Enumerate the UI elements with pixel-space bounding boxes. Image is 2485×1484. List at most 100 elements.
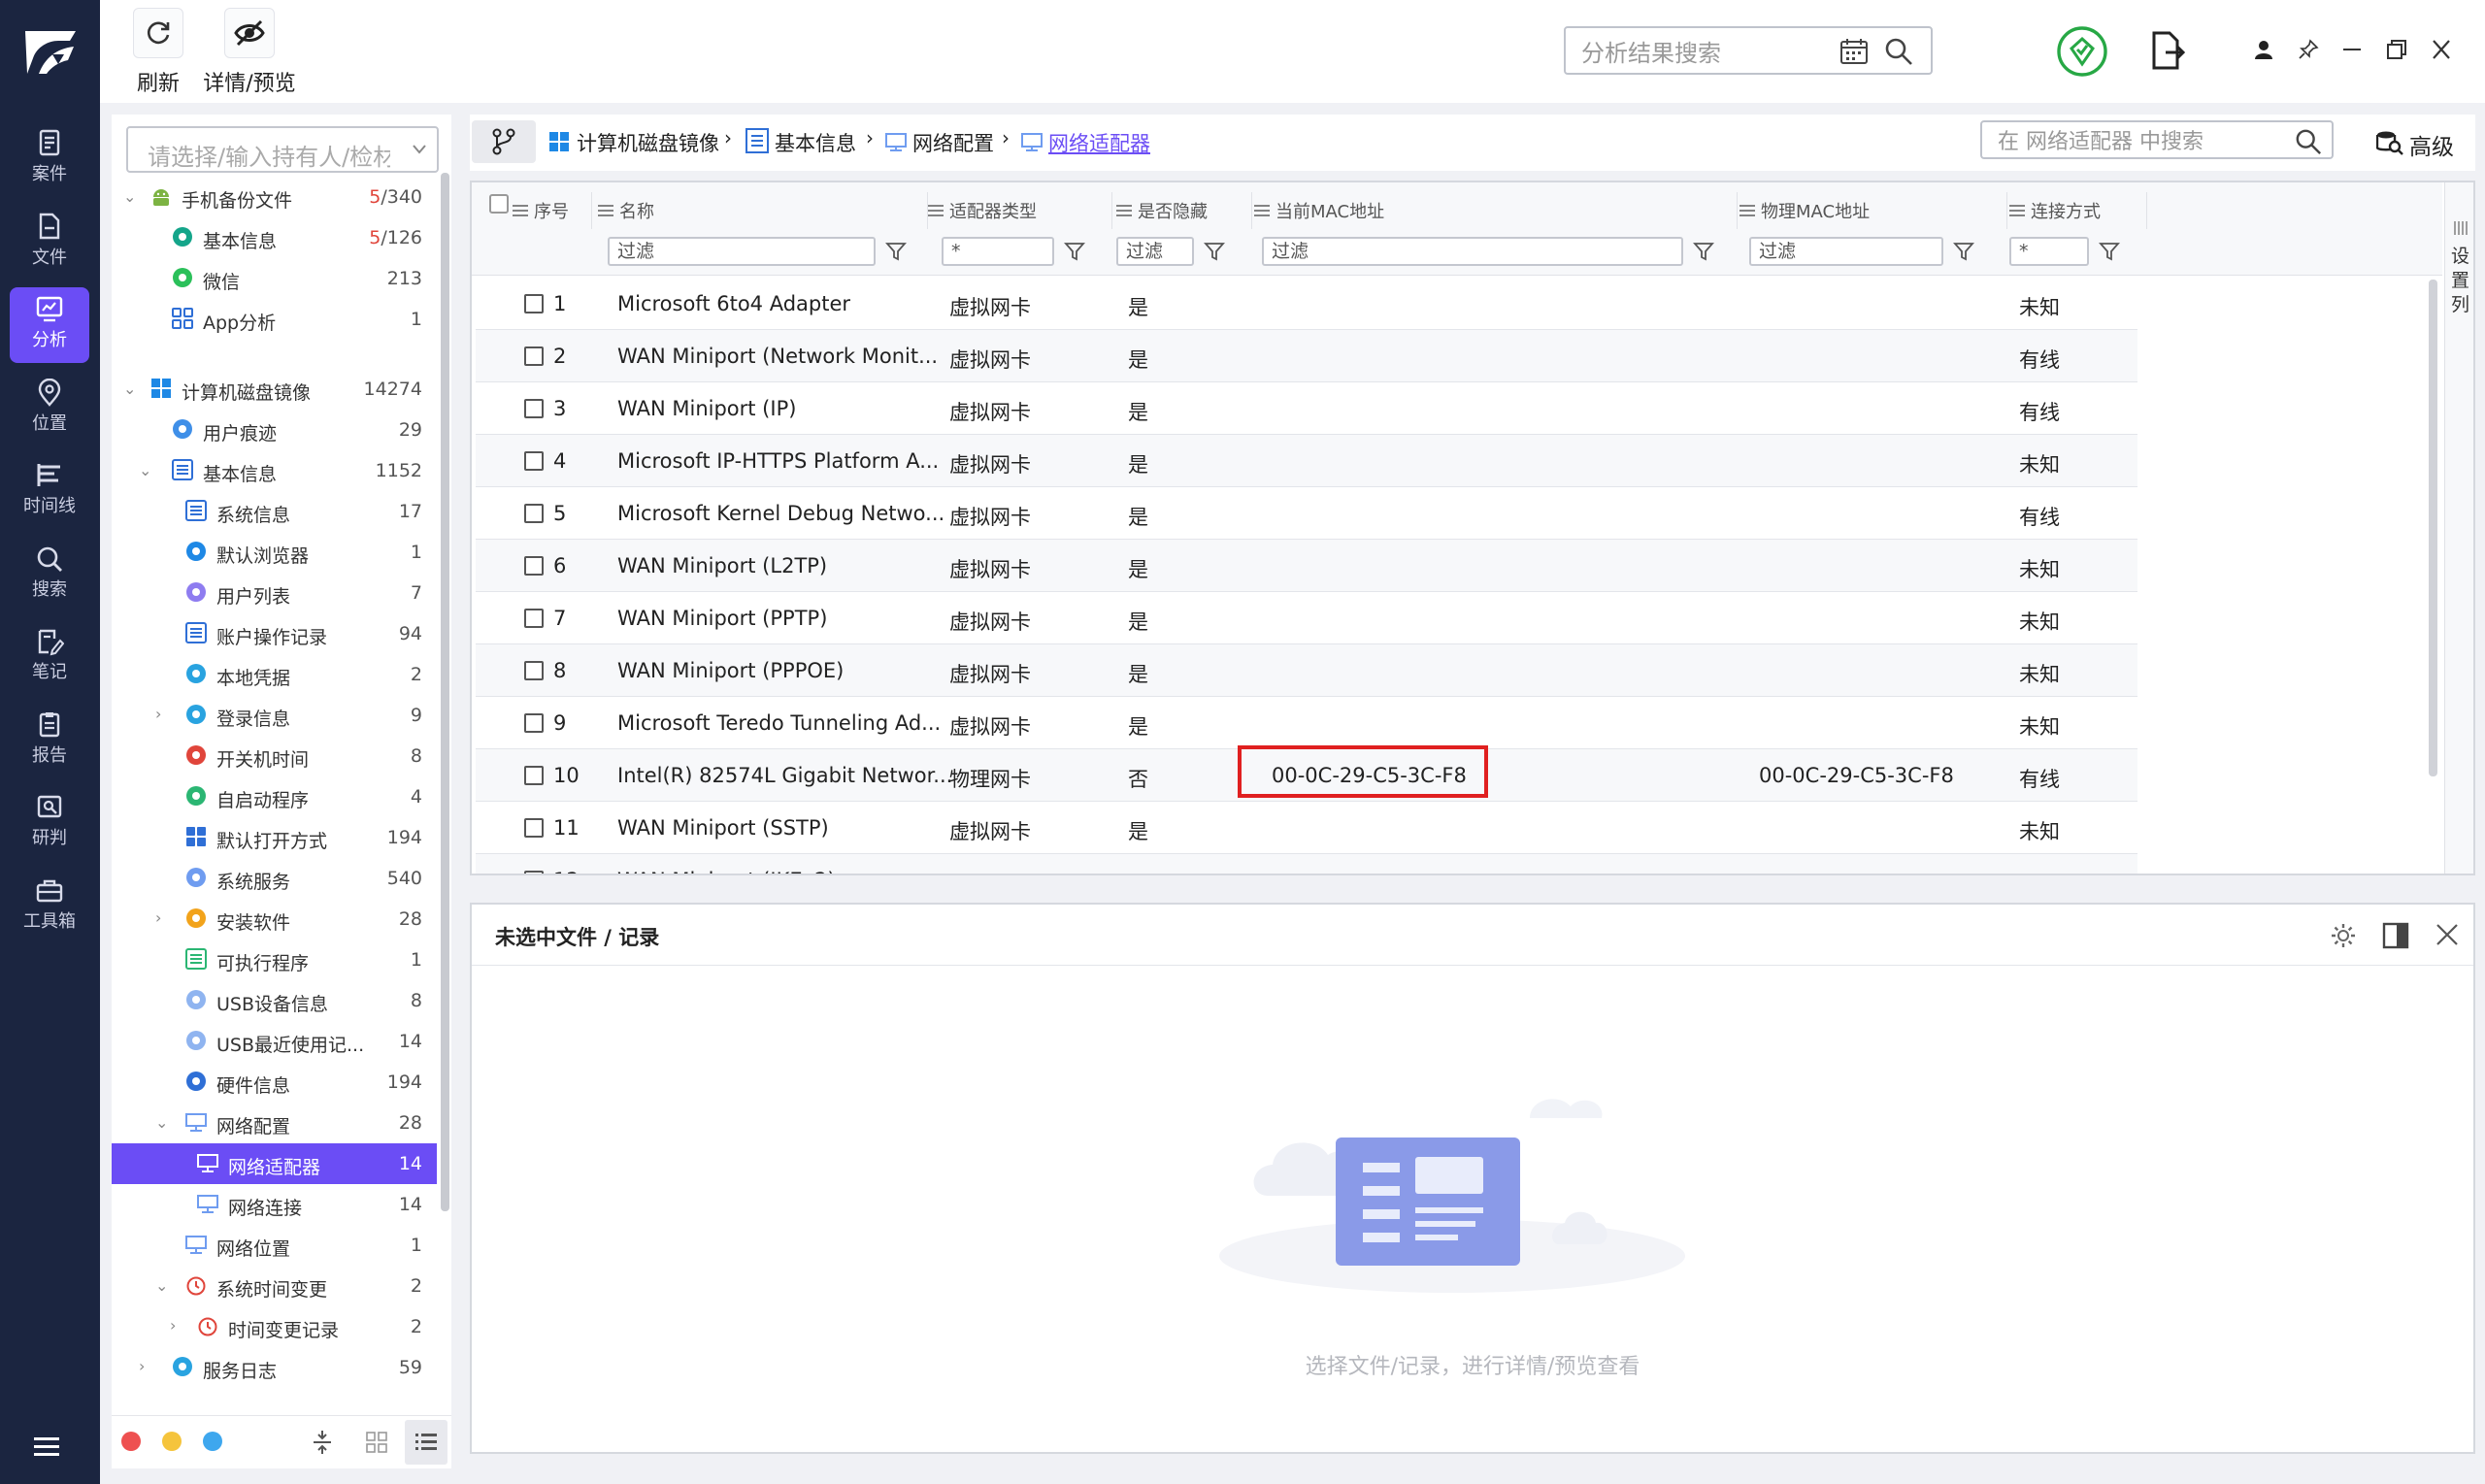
- yellow-dot-icon[interactable]: [162, 1432, 182, 1451]
- blue-dot-icon[interactable]: [203, 1432, 222, 1451]
- row-checkbox[interactable]: [524, 609, 544, 628]
- tree-item[interactable]: ⌄ 计算机磁盘镜像 14274: [112, 369, 437, 410]
- refresh-button[interactable]: 刷新: [129, 8, 187, 97]
- chevron-down-icon[interactable]: ⌄: [139, 463, 152, 478]
- nav-item-search[interactable]: 搜索: [10, 537, 89, 612]
- shield-check-icon[interactable]: [2056, 25, 2108, 78]
- collapse-expand-icon[interactable]: [312, 1428, 333, 1457]
- tree-item[interactable]: 基本信息 5/126: [112, 217, 437, 258]
- tree-item[interactable]: 网络适配器 14: [112, 1143, 437, 1184]
- chevron-down-icon[interactable]: ⌄: [155, 1278, 169, 1294]
- breadcrumb-item-basic-info[interactable]: 基本信息: [775, 128, 856, 157]
- analysis-search-input[interactable]: 分析结果搜索: [1564, 26, 1933, 75]
- pin-icon[interactable]: [2298, 39, 2319, 60]
- tree-item[interactable]: 用户痕迹 29: [112, 410, 437, 450]
- tree-item[interactable]: 账户操作记录 94: [112, 613, 437, 654]
- chevron-right-icon[interactable]: ›: [139, 1359, 152, 1374]
- adapter-search-input[interactable]: 在 网络适配器 中搜索: [1980, 120, 2334, 159]
- tree-item[interactable]: › 登录信息 9: [112, 695, 437, 736]
- nav-item-case[interactable]: 案件: [10, 121, 89, 197]
- tree-item[interactable]: ⌄ 系统时间变更 2: [112, 1266, 437, 1306]
- search-icon[interactable]: [2295, 128, 2322, 155]
- chevron-right-icon[interactable]: ›: [170, 1318, 183, 1334]
- menu-icon[interactable]: [31, 1436, 70, 1458]
- close-panel-icon[interactable]: [2435, 922, 2460, 947]
- row-checkbox[interactable]: [524, 504, 544, 523]
- row-checkbox[interactable]: [524, 818, 544, 838]
- tree-item[interactable]: App分析 1: [112, 299, 437, 340]
- breadcrumb-item-disk-image[interactable]: 计算机磁盘镜像: [577, 128, 719, 157]
- table-row[interactable]: 4 Microsoft IP-HTTPS Platform A... 虚拟网卡 是 未知: [476, 435, 2137, 487]
- tree-item[interactable]: 可执行程序 1: [112, 940, 437, 980]
- row-checkbox[interactable]: [524, 661, 544, 680]
- breadcrumb-item-network-adapter[interactable]: 网络适配器: [1048, 128, 1150, 157]
- holder-select[interactable]: 请选择/输入持有人/检材: [126, 126, 439, 173]
- red-dot-icon[interactable]: [121, 1432, 141, 1451]
- nav-item-report[interactable]: 报告: [10, 703, 89, 778]
- row-checkbox[interactable]: [524, 713, 544, 733]
- breadcrumb-item-network-config[interactable]: 网络配置: [912, 128, 994, 157]
- advanced-search-button[interactable]: 高级: [2376, 124, 2469, 161]
- tree-item[interactable]: 本地凭据 2: [112, 654, 437, 695]
- chevron-right-icon[interactable]: ›: [155, 707, 169, 722]
- tree-item[interactable]: 系统服务 540: [112, 858, 437, 899]
- calendar-icon[interactable]: [1839, 38, 1869, 65]
- table-row[interactable]: 3 WAN Miniport (IP) 虚拟网卡 是 有线: [476, 382, 2137, 435]
- table-scrollbar[interactable]: [2429, 280, 2437, 776]
- row-checkbox[interactable]: [524, 346, 544, 366]
- tree-item[interactable]: 用户列表 7: [112, 573, 437, 613]
- tree-item[interactable]: 系统信息 17: [112, 491, 437, 532]
- table-row[interactable]: 12 WAN Miniport (IKEv2) 虚拟网卡 是 未知: [476, 854, 2137, 874]
- tree-item[interactable]: 默认浏览器 1: [112, 532, 437, 573]
- tree-item[interactable]: 开关机时间 8: [112, 736, 437, 776]
- minimize-icon[interactable]: [2340, 39, 2364, 60]
- close-window-icon[interactable]: [2430, 39, 2453, 60]
- list-view-button[interactable]: [405, 1420, 447, 1465]
- table-row[interactable]: 5 Microsoft Kernel Debug Netwo... 虚拟网卡 是 有线: [476, 487, 2137, 540]
- chevron-down-icon[interactable]: ⌄: [123, 381, 137, 397]
- settings-gear-icon[interactable]: [2330, 922, 2357, 949]
- tree-item[interactable]: 微信 213: [112, 258, 437, 299]
- chevron-down-icon[interactable]: ⌄: [123, 189, 137, 205]
- nav-item-judge[interactable]: 研判: [10, 785, 89, 861]
- row-checkbox[interactable]: [524, 556, 544, 576]
- tree-item[interactable]: 网络位置 1: [112, 1225, 437, 1266]
- table-row[interactable]: 8 WAN Miniport (PPPOE) 虚拟网卡 是 未知: [476, 644, 2137, 697]
- tree-item[interactable]: › 时间变更记录 2: [112, 1306, 437, 1347]
- split-panel-icon[interactable]: [2382, 922, 2409, 949]
- tree-item[interactable]: 默认打开方式 194: [112, 817, 437, 858]
- row-checkbox[interactable]: [524, 399, 544, 418]
- tree-item[interactable]: USB最近使用记... 14: [112, 1021, 437, 1062]
- nav-item-location[interactable]: 位置: [10, 371, 89, 446]
- chevron-down-icon[interactable]: ⌄: [155, 1115, 169, 1131]
- chevron-right-icon[interactable]: ›: [155, 910, 169, 926]
- table-row[interactable]: 1 Microsoft 6to4 Adapter 虚拟网卡 是 未知: [476, 278, 2137, 330]
- tree-item[interactable]: ⌄ 基本信息 1152: [112, 450, 437, 491]
- user-icon[interactable]: [2253, 39, 2274, 60]
- detail-preview-button[interactable]: 详情/预览: [201, 8, 298, 97]
- tree-item[interactable]: ⌄ 网络配置 28: [112, 1103, 437, 1143]
- table-row[interactable]: 2 WAN Miniport (Network Monit... 虚拟网卡 是 有线: [476, 330, 2137, 382]
- table-row[interactable]: 11 WAN Miniport (SSTP) 虚拟网卡 是 未知: [476, 802, 2137, 854]
- nav-item-toolbox[interactable]: 工具箱: [10, 869, 89, 944]
- table-row[interactable]: 7 WAN Miniport (PPTP) 虚拟网卡 是 未知: [476, 592, 2137, 644]
- nav-item-analysis[interactable]: 分析: [10, 287, 89, 363]
- branch-button[interactable]: [472, 120, 536, 163]
- nav-item-note[interactable]: 笔记: [10, 619, 89, 695]
- table-row[interactable]: 6 WAN Miniport (L2TP) 虚拟网卡 是 未知: [476, 540, 2137, 592]
- tree-item[interactable]: ⌄ 手机备份文件 5/340: [112, 177, 437, 217]
- table-row[interactable]: 9 Microsoft Teredo Tunneling Ad... 虚拟网卡 是 未知: [476, 697, 2137, 749]
- row-checkbox[interactable]: [524, 766, 544, 785]
- row-checkbox[interactable]: [524, 294, 544, 313]
- column-settings-bar[interactable]: 设置列: [2444, 182, 2473, 874]
- tree-scrollbar[interactable]: [441, 173, 449, 1211]
- search-icon[interactable]: [1884, 37, 1913, 66]
- row-checkbox[interactable]: [524, 871, 544, 874]
- tree-item[interactable]: 自启动程序 4: [112, 776, 437, 817]
- export-file-icon[interactable]: [2150, 31, 2185, 70]
- nav-item-file[interactable]: 文件: [10, 205, 89, 280]
- restore-icon[interactable]: [2385, 39, 2408, 60]
- tree-item[interactable]: › 安装软件 28: [112, 899, 437, 940]
- row-checkbox[interactable]: [524, 451, 544, 471]
- tree-item[interactable]: › 服务日志 59: [112, 1347, 437, 1388]
